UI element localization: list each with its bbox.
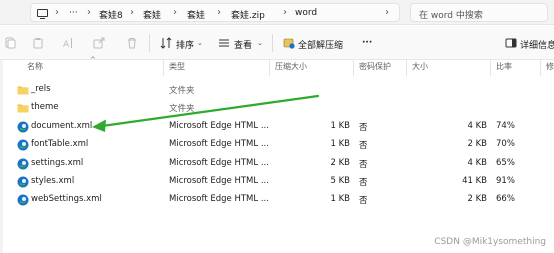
watermark: CSDN @Mik1ysomething <box>434 237 546 247</box>
annotation-arrow <box>92 94 320 132</box>
